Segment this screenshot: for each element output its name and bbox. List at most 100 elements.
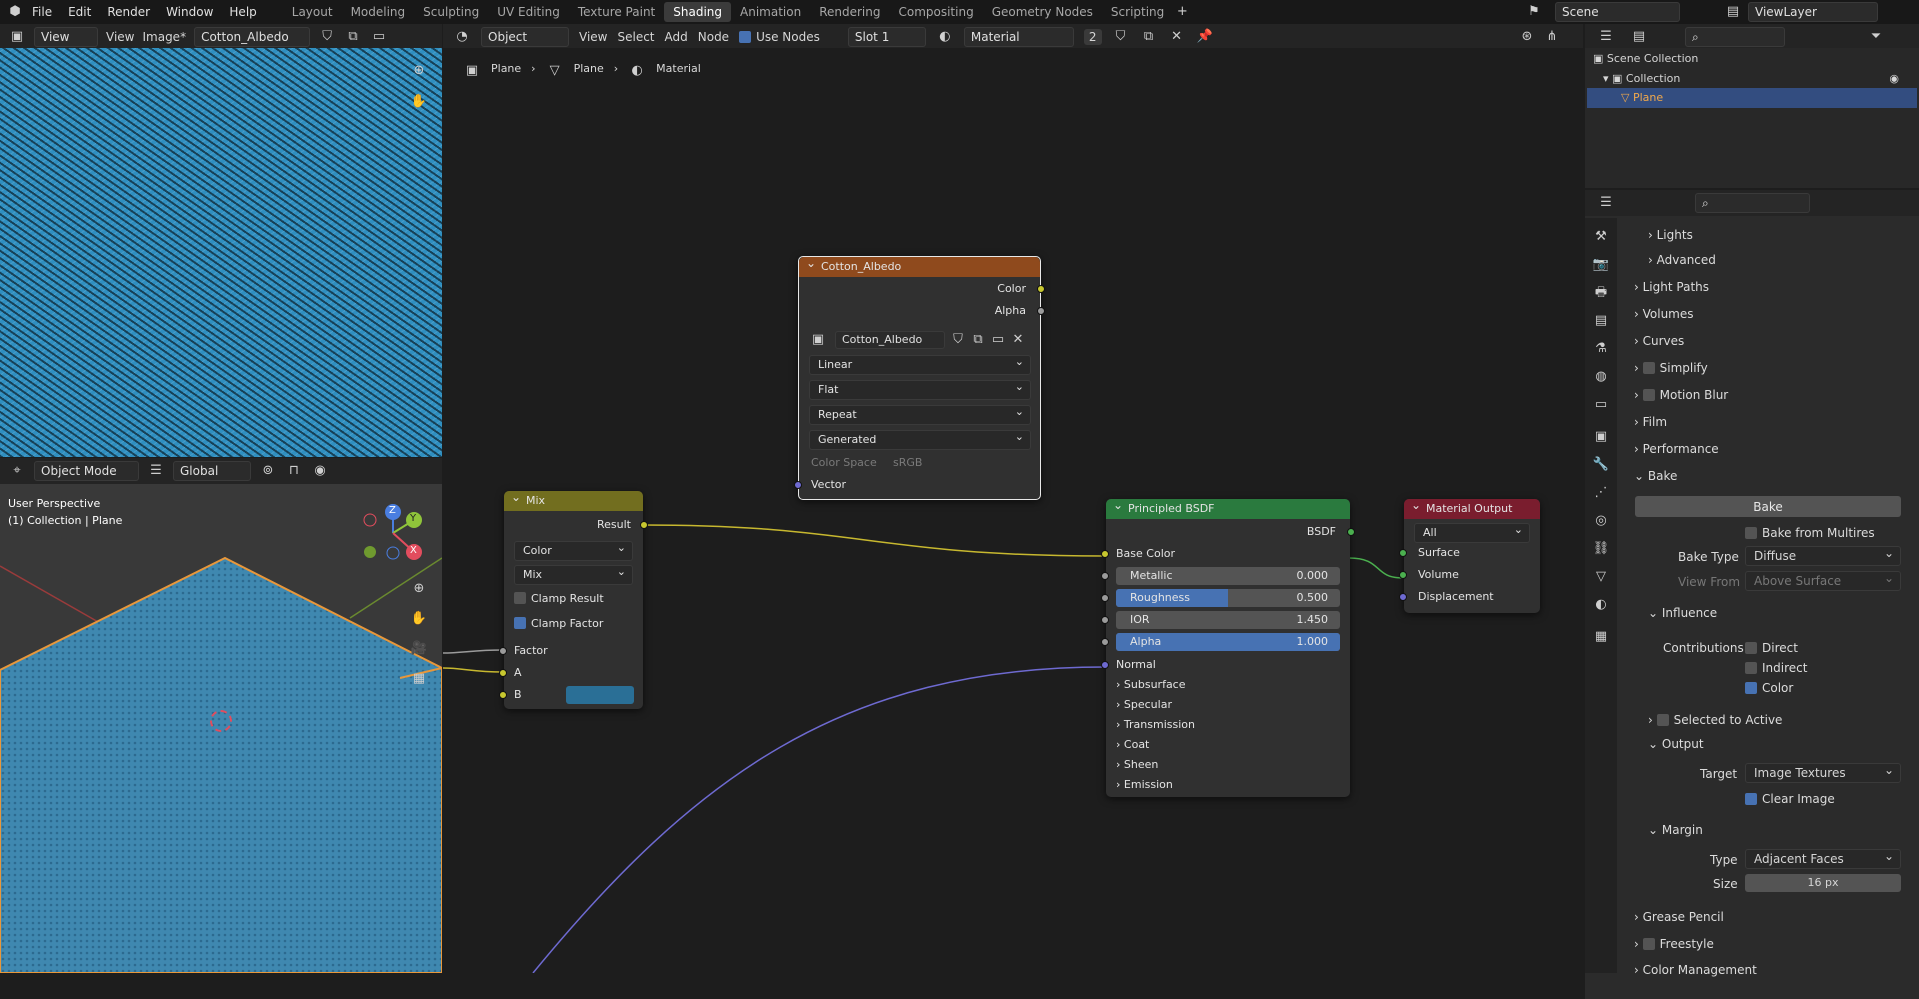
displacement-socket[interactable] [1399,593,1407,601]
filter-icon[interactable]: ⏷ [1867,28,1885,46]
material-sphere-icon[interactable]: ◐ [936,28,954,46]
object-type-dropdown[interactable]: Object [481,27,569,47]
scene-field[interactable]: Scene [1555,2,1680,22]
panel-bake[interactable]: ⌄ Bake [1634,469,1677,483]
slot-dropdown[interactable]: Slot 1 [847,27,926,47]
viewport-zoom-icon[interactable]: ⊕ [410,580,428,598]
mix-factor-socket[interactable] [499,647,507,655]
panel-emission[interactable]: › Emission [1116,775,1173,795]
interpolation-dropdown[interactable]: Linear [809,353,1031,375]
image-open-folder-icon[interactable]: ▭ [989,331,1007,349]
image-datablock-field[interactable]: Cotton_Albedo [835,331,945,349]
properties-search-input[interactable]: ⌕ [1695,193,1810,213]
subpanel-output[interactable]: ⌄ Output [1648,737,1704,751]
material-tab-icon[interactable]: ◐ [1592,596,1610,614]
clamp-result-checkbox[interactable] [514,592,526,604]
panel-specular[interactable]: › Specular [1116,695,1172,715]
image-browse-icon[interactable]: ▣ [809,331,827,349]
target-dropdown[interactable]: Image Textures [1745,761,1901,783]
subpanel-selected-to-active[interactable]: › Selected to Active [1648,713,1782,727]
snapping-icon[interactable]: ⋔ [1543,28,1561,46]
outliner-editor-icon[interactable]: ☰ [1597,28,1615,46]
tab-compositing[interactable]: Compositing [889,2,982,22]
use-nodes-toggle[interactable]: Use Nodes [739,30,820,44]
base-color-socket[interactable] [1101,550,1109,558]
subpanel-influence[interactable]: ⌄ Influence [1648,606,1717,620]
visibility-eye-icon[interactable]: ◉ [1889,72,1899,85]
tool-tab-icon[interactable]: ⚒ [1592,228,1610,246]
view-from-dropdown[interactable]: Above Surface [1745,569,1901,591]
bake-from-multires-option[interactable]: Bake from Multires [1745,526,1875,540]
direct-option[interactable]: Direct [1745,641,1798,655]
tab-layout[interactable]: Layout [283,2,342,22]
tab-scripting[interactable]: Scripting [1102,2,1173,22]
menu-edit[interactable]: Edit [60,5,99,19]
menu-node-node[interactable]: Node [698,30,729,44]
material-output-title[interactable]: Material Output [1404,495,1540,519]
menu-node-view[interactable]: View [579,30,607,44]
panel-color-management[interactable]: › Color Management [1634,963,1757,977]
panel-curves[interactable]: › Curves [1634,334,1684,348]
alpha-slider[interactable]: Alpha 1.000 [1116,633,1340,651]
node-editor-type-icon[interactable]: ◔ [453,28,471,46]
outliner-search-input[interactable]: ⌕ [1685,27,1785,47]
view-layer-tab-icon[interactable]: ▤ [1592,312,1610,330]
surface-socket[interactable] [1399,549,1407,557]
panel-sheen[interactable]: › Sheen [1116,755,1158,775]
viewport-editor-icon[interactable]: ⌖ [8,462,26,480]
pivot-icon[interactable]: ⊚ [259,462,277,480]
tab-animation[interactable]: Animation [731,2,810,22]
duplicate-icon[interactable]: ⧉ [344,28,362,46]
particles-tab-icon[interactable]: ⋰ [1592,484,1610,502]
panel-film[interactable]: › Film [1634,415,1667,429]
image-node-title[interactable]: Cotton_Albedo [799,253,1040,277]
navigation-gizmo[interactable]: Z Y X [360,500,426,566]
add-workspace-icon[interactable]: + [1173,3,1191,21]
material-output-node[interactable]: Material Output All Surface Volume Displ… [1399,495,1540,613]
panel-motion-blur[interactable]: › Motion Blur [1634,388,1728,402]
collection-expand-icon[interactable]: ▾ [1603,72,1612,85]
data-tab-icon[interactable]: ▽ [1592,568,1610,586]
viewport-pan-icon[interactable]: ✋ [410,610,428,628]
collection-row[interactable]: ▾ ▣ Collection ◉ [1603,72,1913,85]
roughness-slider[interactable]: Roughness 0.500 [1116,589,1340,607]
menu-view[interactable]: View [106,30,134,44]
mix-blend-dropdown[interactable]: Mix [514,563,633,585]
collection-tab-icon[interactable]: ▭ [1592,396,1610,414]
panel-transmission[interactable]: › Transmission [1116,715,1195,735]
mix-result-socket[interactable] [640,521,648,529]
mix-b-socket[interactable] [499,691,507,699]
tab-uv-editing[interactable]: UV Editing [488,2,569,22]
zoom-icon[interactable]: ⊕ [410,62,428,80]
menu-file[interactable]: File [24,5,60,19]
bake-button[interactable]: Bake [1635,496,1901,517]
scene-icon[interactable]: ⚑ [1525,3,1543,21]
constraints-tab-icon[interactable]: ⛓ [1592,540,1610,558]
orientation-dropdown[interactable]: Global [173,461,251,481]
mix-node-title[interactable]: Mix [504,487,643,511]
output-tab-icon[interactable]: 🖶 [1592,284,1610,302]
view-mode-dropdown[interactable]: View [34,27,98,47]
snap-icon[interactable]: ⊓ [285,462,303,480]
mix-node[interactable]: Mix Result Color Mix Clamp Result Clamp … [499,487,648,709]
indirect-checkbox[interactable] [1745,662,1757,674]
material-name-field[interactable]: Material [963,27,1074,47]
image-name-field[interactable]: Cotton_Albedo [194,27,311,47]
tab-texture-paint[interactable]: Texture Paint [569,2,664,22]
tab-shading[interactable]: Shading [664,2,731,22]
pan-hand-icon[interactable]: ✋ [410,93,428,111]
ior-socket[interactable] [1101,616,1109,624]
view-layer-icon[interactable]: ▤ [1724,3,1742,21]
simplify-checkbox[interactable] [1642,362,1655,374]
panel-volumes[interactable]: › Volumes [1634,307,1694,321]
properties-editor-icon[interactable]: ☰ [1597,194,1615,212]
menu-help[interactable]: Help [221,5,264,19]
tab-geometry-nodes[interactable]: Geometry Nodes [983,2,1102,22]
margin-size-field[interactable]: 16 px [1745,874,1901,892]
world-tab-icon[interactable]: ◍ [1592,368,1610,386]
output-alpha-socket[interactable] [1037,307,1045,315]
image-canvas[interactable] [0,48,442,457]
color-space-value[interactable]: sRGB [893,453,922,473]
panel-light-paths[interactable]: › Light Paths [1634,280,1709,294]
subpanel-margin[interactable]: ⌄ Margin [1648,823,1703,837]
